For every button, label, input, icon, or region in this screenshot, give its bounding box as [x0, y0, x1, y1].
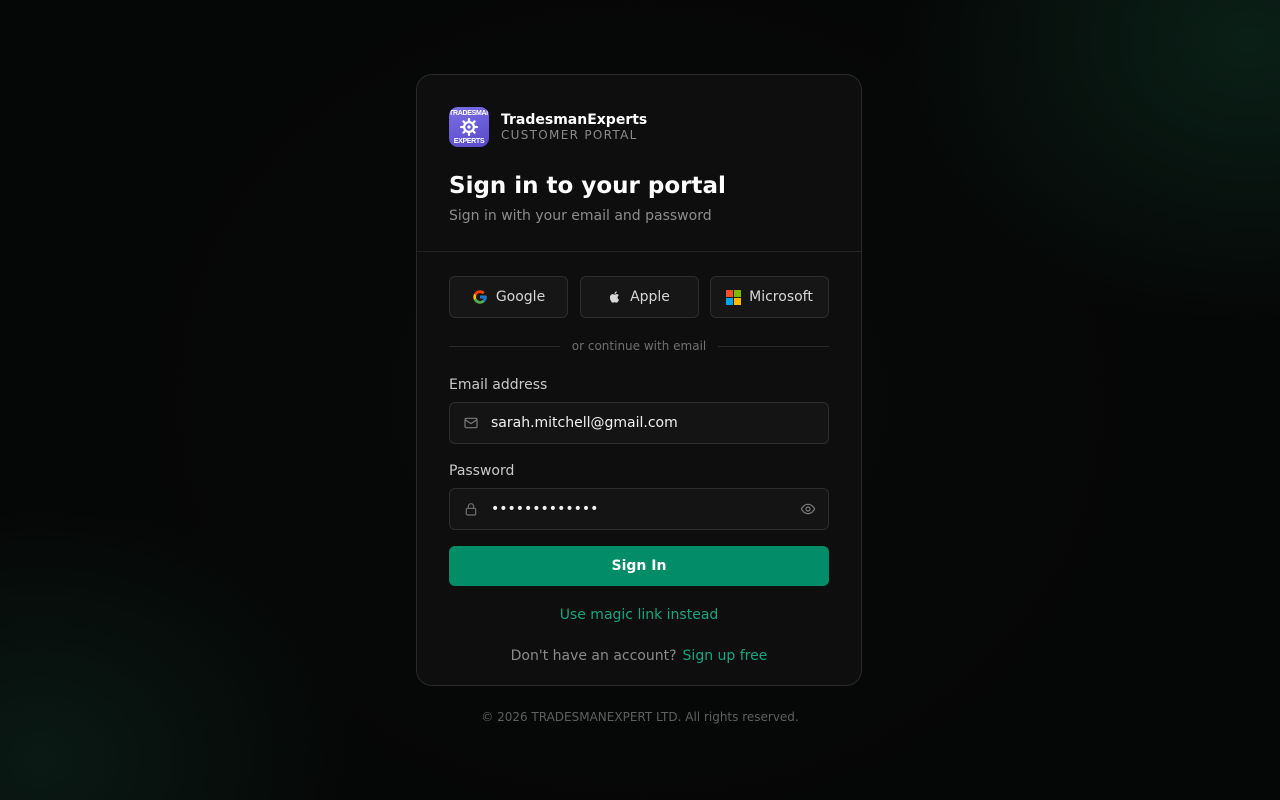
google-label: Google	[495, 289, 546, 305]
signup-prompt: Don't have an account?	[510, 648, 677, 664]
card-header: TRADESMAN EXPERTS TradesmanExperts CUSTO…	[417, 75, 861, 252]
card-body: Google Apple Microsoft or continue with …	[417, 252, 861, 665]
magic-link[interactable]: Use magic link instead	[560, 607, 719, 623]
google-icon	[472, 289, 488, 305]
or-divider: or continue with email	[449, 338, 830, 354]
signup-row: Don't have an account? Sign up free	[449, 647, 829, 665]
logo-text-bottom: EXPERTS	[453, 138, 485, 145]
password-field[interactable]	[491, 489, 800, 529]
eye-icon[interactable]	[800, 501, 816, 517]
email-field[interactable]	[491, 403, 816, 443]
divider-line	[718, 345, 830, 347]
copyright-footer: © 2026 TRADESMANEXPERT LTD. All rights r…	[481, 710, 799, 724]
page-subtitle: Sign in with your email and password	[449, 208, 712, 224]
google-signin-button[interactable]: Google	[449, 276, 568, 318]
oauth-buttons: Google Apple Microsoft	[449, 276, 829, 318]
logo-text-top: TRADESMAN	[449, 110, 489, 117]
brand: TRADESMAN EXPERTS TradesmanExperts CUSTO…	[449, 107, 829, 147]
brand-logo: TRADESMAN EXPERTS	[449, 107, 489, 147]
microsoft-signin-button[interactable]: Microsoft	[710, 276, 829, 318]
email-label: Email address	[449, 377, 548, 393]
brand-name: TradesmanExperts	[501, 112, 648, 128]
lock-icon	[463, 501, 481, 517]
password-label: Password	[449, 463, 515, 479]
signup-link[interactable]: Sign up free	[683, 648, 768, 664]
apple-signin-button[interactable]: Apple	[579, 276, 699, 318]
brand-subtitle: CUSTOMER PORTAL	[501, 128, 638, 142]
divider-line	[449, 345, 560, 347]
apple-icon	[608, 290, 622, 304]
signin-button[interactable]: Sign In	[449, 546, 829, 586]
page-title: Sign in to your portal	[449, 173, 726, 199]
email-field-wrapper	[449, 402, 829, 444]
microsoft-label: Microsoft	[749, 289, 813, 305]
apple-label: Apple	[630, 289, 670, 305]
signin-card: TRADESMAN EXPERTS TradesmanExperts CUSTO…	[416, 74, 862, 686]
divider-text: or continue with email	[571, 339, 707, 353]
mail-icon	[463, 415, 481, 431]
magic-link-row: Use magic link instead	[449, 606, 829, 624]
microsoft-icon	[726, 289, 742, 305]
brand-text: TradesmanExperts CUSTOMER PORTAL	[501, 112, 647, 142]
password-field-wrapper	[449, 488, 829, 530]
